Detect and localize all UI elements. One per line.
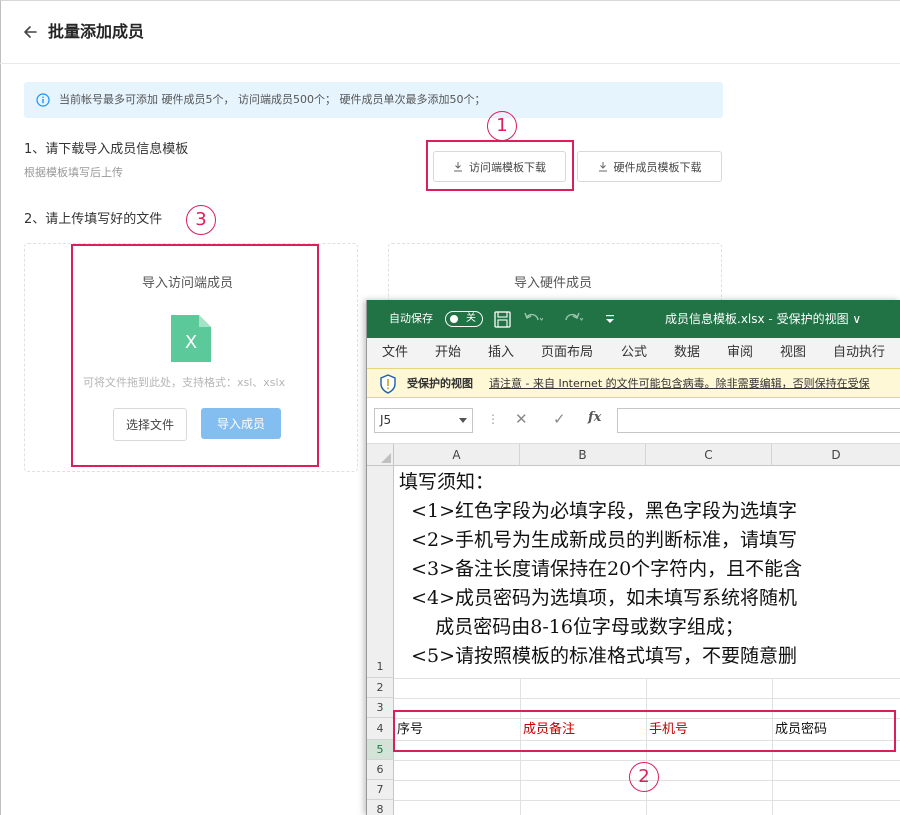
notice-line: 成员密码由8-16位字母或数字组成； — [399, 616, 744, 638]
step1-hint: 根据模板填写后上传 — [24, 166, 123, 179]
grid-line — [394, 698, 900, 699]
grid-line — [394, 800, 900, 801]
ribbon-tab-review[interactable]: 审阅 — [727, 345, 753, 361]
grid-line — [394, 678, 900, 679]
toggle-knob — [450, 315, 458, 323]
ribbon-tab-file[interactable]: 文件 — [382, 345, 408, 361]
select-all-corner[interactable] — [367, 444, 394, 466]
step2-title: 2、请上传填写好的文件 — [24, 212, 163, 227]
save-icon[interactable] — [494, 311, 511, 328]
ribbon-tab-data[interactable]: 数据 — [674, 345, 700, 361]
excel-file-title[interactable]: 成员信息模板.xlsx - 受保护的视图 ∨ — [665, 311, 861, 328]
annotation-box-header-row — [393, 710, 896, 752]
info-icon — [36, 93, 50, 107]
download-icon — [598, 162, 607, 172]
shield-icon — [380, 374, 396, 394]
undo-icon[interactable] — [523, 311, 543, 327]
notice-line: <3>备注长度请保持在20个字符内，且不能含 — [399, 558, 803, 580]
protected-view-bar: 受保护的视图 请注意 - 来自 Internet 的文件可能包含病毒。除非需要编… — [367, 368, 900, 398]
row-header-8[interactable]: 8 — [367, 800, 394, 815]
autosave-toggle[interactable]: 关 — [445, 311, 483, 327]
more-options-icon: ⋮ — [487, 412, 499, 426]
ribbon-tab-insert[interactable]: 插入 — [488, 345, 514, 361]
column-header-a[interactable]: A — [394, 444, 520, 466]
row-header-1[interactable]: 1 — [367, 466, 394, 678]
notice-line: <1>红色字段为必填字段，黑色字段为选填字 — [399, 500, 798, 522]
annotation-marker-2: 2 — [629, 762, 659, 792]
notice-line: <2>手机号为生成新成员的判断标准，请填写 — [399, 529, 798, 551]
row-header-7[interactable]: 7 — [367, 780, 394, 800]
page-title: 批量添加成员 — [48, 22, 145, 41]
download-hardware-template-label: 硬件成员模板下载 — [613, 160, 702, 174]
insert-function-icon[interactable]: fx — [588, 410, 601, 425]
autosave-state: 关 — [466, 313, 476, 324]
ribbon-tab-view[interactable]: 视图 — [780, 345, 806, 361]
annotation-marker-3: 3 — [186, 205, 216, 235]
annotation-marker-1: 1 — [487, 111, 517, 141]
excel-title-bar: 自动保存 关 成员信息模板.xlsx - 受保护的视图 ∨ — [367, 300, 900, 338]
row-header-4[interactable]: 4 — [367, 718, 394, 740]
column-header-b[interactable]: B — [520, 444, 646, 466]
name-box[interactable]: J5 — [374, 408, 473, 433]
name-box-value: J5 — [380, 413, 392, 427]
row-header-2[interactable]: 2 — [367, 678, 394, 698]
protected-view-message[interactable]: 请注意 - 来自 Internet 的文件可能包含病毒。除非需要编辑，否则保持在… — [489, 376, 870, 392]
customize-quick-access-icon[interactable] — [605, 313, 615, 325]
info-banner: 当前帐号最多可添加 硬件成员5个， 访问端成员500个； 硬件成员单次最多添加5… — [24, 82, 723, 118]
notice-line: 填写须知： — [399, 471, 495, 493]
column-header-d[interactable]: D — [772, 444, 900, 466]
spreadsheet-grid[interactable]: A B C D 1 2 3 4 5 6 7 8 填写须知： <1>红色字段为必填… — [367, 444, 900, 815]
hardware-upload-title: 导入硬件成员 — [514, 276, 593, 291]
column-header-c[interactable]: C — [646, 444, 772, 466]
row-header-5[interactable]: 5 — [367, 740, 394, 760]
page-header: 批量添加成员 — [0, 0, 900, 64]
ribbon-tab-home[interactable]: 开始 — [435, 345, 461, 361]
annotation-box-upload — [71, 244, 319, 467]
info-text: 当前帐号最多可添加 硬件成员5个， 访问端成员500个； 硬件成员单次最多添加5… — [59, 93, 486, 106]
excel-ribbon-tabs: 文件 开始 插入 页面布局 公式 数据 审阅 视图 自动执行 — [367, 338, 900, 368]
formula-input[interactable] — [617, 408, 900, 433]
annotation-box-download — [426, 140, 574, 191]
chevron-down-icon[interactable] — [459, 418, 467, 423]
row-header-3[interactable]: 3 — [367, 698, 394, 718]
step1-title: 1、请下载导入成员信息模板 — [24, 142, 189, 157]
notice-line: <4>成员密码为选填项，如未填写系统将随机 — [399, 587, 798, 609]
notice-line: <5>请按照模板的标准格式填写，不要随意删 — [399, 645, 798, 667]
cancel-icon[interactable]: ✕ — [515, 410, 528, 428]
enter-check-icon[interactable]: ✓ — [553, 410, 566, 428]
formula-bar: J5 ⋮ ✕ ✓ fx — [367, 398, 900, 444]
back-arrow-icon[interactable] — [22, 22, 40, 42]
redo-icon[interactable] — [563, 311, 583, 327]
ribbon-tab-formulas[interactable]: 公式 — [621, 345, 647, 361]
autosave-label: 自动保存 — [389, 312, 433, 325]
ribbon-tab-page-layout[interactable]: 页面布局 — [541, 345, 593, 361]
protected-view-label: 受保护的视图 — [407, 377, 473, 390]
row-header-6[interactable]: 6 — [367, 760, 394, 780]
download-hardware-template-button[interactable]: 硬件成员模板下载 — [577, 151, 722, 182]
ribbon-tab-automate[interactable]: 自动执行 — [833, 345, 885, 361]
fill-instructions: 填写须知： <1>红色字段为必填字段，黑色字段为选填字 <2>手机号为生成新成员… — [399, 468, 900, 671]
grid-line — [394, 760, 900, 761]
